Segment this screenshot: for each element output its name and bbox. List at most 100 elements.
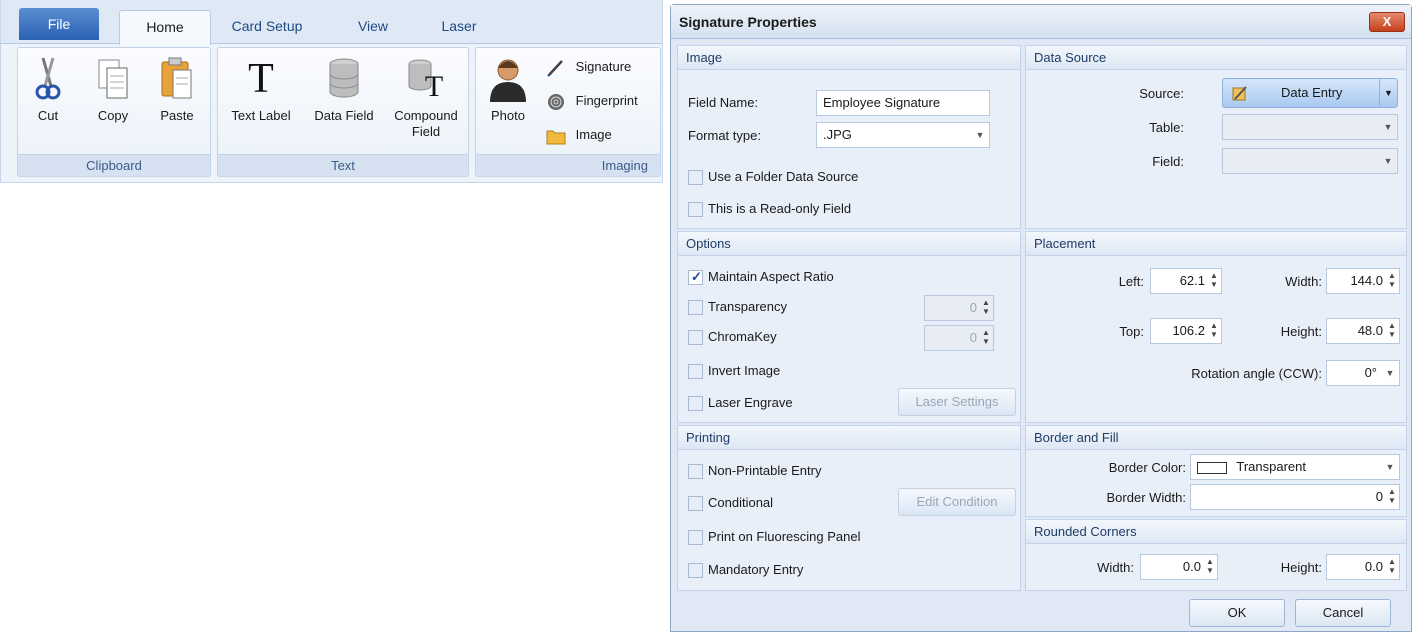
- rounded-height-value: 0.0: [1364, 559, 1383, 574]
- photo-button[interactable]: Photo: [482, 56, 534, 124]
- compound-field-label-2: Field: [411, 124, 441, 139]
- table-select[interactable]: ▼: [1222, 114, 1398, 140]
- top-label: Top:: [1119, 324, 1144, 339]
- mandatory-checkbox[interactable]: [688, 563, 703, 578]
- close-button[interactable]: X: [1369, 12, 1405, 32]
- border-color-select[interactable]: Transparent ▼: [1190, 454, 1400, 480]
- cancel-button[interactable]: Cancel: [1295, 599, 1391, 627]
- width-stepper[interactable]: 144.0 ▲ ▼: [1326, 268, 1400, 294]
- border-color-value: Transparent: [1236, 459, 1306, 474]
- chromakey-label: ChromaKey: [708, 329, 777, 344]
- image-button[interactable]: Image: [546, 122, 612, 148]
- border-color-label: Border Color:: [1108, 460, 1186, 475]
- field-name-input[interactable]: Employee Signature: [816, 90, 990, 116]
- transparency-stepper[interactable]: 0 ▲ ▼: [924, 295, 994, 321]
- read-only-checkbox[interactable]: [688, 202, 703, 217]
- data-source-panel-header: Data Source: [1026, 46, 1406, 70]
- non-printable-label: Non-Printable Entry: [708, 463, 822, 478]
- format-type-label: Format type:: [688, 128, 761, 143]
- ribbon: File Home Card Setup View Laser Cut Copy…: [0, 0, 663, 183]
- tab-view[interactable]: View: [341, 10, 405, 44]
- placement-panel-header: Placement: [1026, 232, 1406, 256]
- rotation-value: 0°: [1364, 365, 1377, 380]
- tab-home[interactable]: Home: [119, 10, 211, 45]
- rounded-corners-panel: Rounded Corners Width: 0.0 ▲ ▼ Height: 0.…: [1025, 519, 1407, 591]
- maintain-aspect-label: Maintain Aspect Ratio: [708, 269, 834, 284]
- placement-panel: Placement Left: 62.1 ▲ ▼ Width: 144.0 ▲ ▼ …: [1025, 231, 1407, 423]
- tab-laser[interactable]: Laser: [427, 10, 491, 44]
- ok-button[interactable]: OK: [1189, 599, 1285, 627]
- source-label: Source:: [1139, 86, 1184, 101]
- border-width-stepper[interactable]: 0 ▲ ▼: [1190, 484, 1400, 510]
- database-icon: [329, 58, 359, 98]
- clipboard-group: Cut Copy Paste Clipboard: [17, 47, 211, 177]
- copy-icon: [98, 59, 128, 99]
- spin-arrows-icon: ▲ ▼: [1388, 557, 1396, 575]
- source-dropdown[interactable]: Data Entry ▼: [1222, 78, 1398, 108]
- text-label-button[interactable]: T Text Label: [220, 56, 302, 124]
- person-photo-icon: [490, 59, 526, 102]
- imaging-group: Photo Signature Fingerprint Image Imagin…: [475, 47, 661, 177]
- clipboard-paste-icon: [161, 57, 192, 99]
- spin-arrows-icon: ▲ ▼: [1388, 271, 1396, 289]
- height-value: 48.0: [1357, 323, 1383, 338]
- text-t-icon: T: [248, 56, 274, 102]
- border-fill-panel: Border and Fill Border Color: Transparen…: [1025, 425, 1407, 517]
- non-printable-checkbox[interactable]: [688, 464, 703, 479]
- chromakey-stepper[interactable]: 0 ▲ ▼: [924, 325, 994, 351]
- invert-checkbox[interactable]: [688, 364, 703, 379]
- spin-arrows-icon: ▲ ▼: [1210, 321, 1218, 339]
- chevron-down-icon: ▼: [1383, 122, 1393, 132]
- signature-button[interactable]: Signature: [546, 54, 631, 80]
- image-panel: Image Field Name: Employee Signature For…: [677, 45, 1021, 229]
- tab-file[interactable]: File: [19, 8, 99, 40]
- signature-label: Signature: [575, 59, 632, 74]
- read-only-label: This is a Read-only Field: [708, 201, 852, 216]
- field-select[interactable]: ▼: [1222, 148, 1398, 174]
- scissors-icon: [35, 57, 61, 100]
- tab-card-setup[interactable]: Card Setup: [221, 10, 313, 44]
- copy-button[interactable]: Copy: [90, 56, 136, 124]
- fingerprint-button[interactable]: Fingerprint: [546, 88, 638, 114]
- cut-button[interactable]: Cut: [28, 56, 68, 124]
- spin-arrows-icon: ▲ ▼: [982, 298, 990, 316]
- signature-properties-dialog: Signature Properties X Image Field Name:…: [670, 4, 1412, 632]
- chromakey-checkbox[interactable]: [688, 330, 703, 345]
- rounded-width-stepper[interactable]: 0.0 ▲ ▼: [1140, 554, 1218, 580]
- spin-arrows-icon: ▲ ▼: [982, 328, 990, 346]
- data-field-button[interactable]: Data Field: [306, 56, 382, 124]
- photo-label: Photo: [491, 108, 525, 123]
- format-type-select[interactable]: .JPG ▼: [816, 122, 990, 148]
- rotation-label: Rotation angle (CCW):: [1191, 366, 1322, 381]
- chevron-down-icon: ▼: [1385, 462, 1395, 472]
- left-stepper[interactable]: 62.1 ▲ ▼: [1150, 268, 1222, 294]
- compound-field-button[interactable]: T Compound Field: [386, 56, 466, 140]
- svg-text:T: T: [248, 56, 274, 102]
- border-width-label: Border Width:: [1106, 490, 1186, 505]
- chevron-down-icon: ▼: [975, 130, 985, 140]
- rounded-width-value: 0.0: [1182, 559, 1201, 574]
- invert-label: Invert Image: [708, 363, 781, 378]
- printing-panel: Printing Non-Printable Entry Conditional…: [677, 425, 1021, 591]
- transparency-value: 0: [969, 300, 977, 315]
- printing-panel-header: Printing: [678, 426, 1020, 450]
- format-type-value: .JPG: [823, 127, 852, 142]
- top-stepper[interactable]: 106.2 ▲ ▼: [1150, 318, 1222, 344]
- rounded-height-stepper[interactable]: 0.0 ▲ ▼: [1326, 554, 1400, 580]
- rounded-corners-panel-header: Rounded Corners: [1026, 520, 1406, 544]
- fluorescing-checkbox[interactable]: [688, 530, 703, 545]
- paste-button[interactable]: Paste: [152, 56, 202, 124]
- maintain-aspect-checkbox[interactable]: ✓: [688, 269, 703, 285]
- laser-settings-button[interactable]: Laser Settings: [898, 388, 1016, 416]
- laser-engrave-checkbox[interactable]: [688, 396, 703, 411]
- conditional-checkbox[interactable]: [688, 496, 703, 511]
- source-value: Data Entry: [1281, 85, 1343, 100]
- folder-source-checkbox[interactable]: [688, 170, 703, 185]
- transparency-checkbox[interactable]: [688, 300, 703, 315]
- mandatory-label: Mandatory Entry: [708, 562, 804, 577]
- height-stepper[interactable]: 48.0 ▲ ▼: [1326, 318, 1400, 344]
- rounded-width-label: Width:: [1097, 560, 1134, 575]
- edit-condition-button[interactable]: Edit Condition: [898, 488, 1016, 516]
- fingerprint-icon: [548, 93, 564, 110]
- rotation-select[interactable]: 0° ▼: [1326, 360, 1400, 386]
